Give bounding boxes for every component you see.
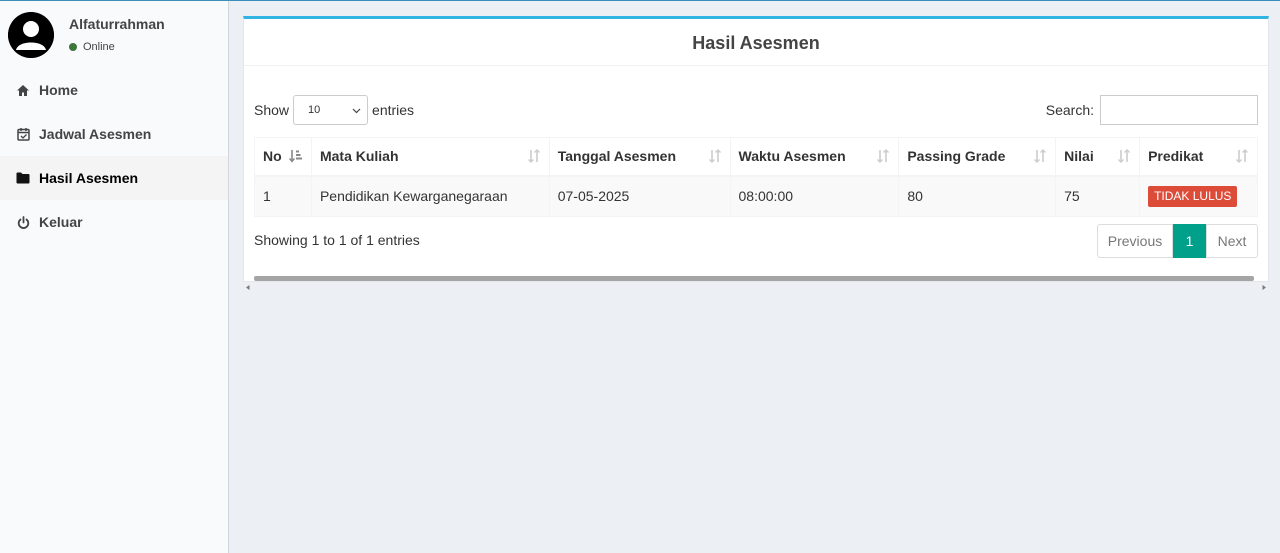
horizontal-scrollbar[interactable] — [246, 276, 1266, 290]
table-header-row: No Mata Kuliah Tanggal Asesmen Waktu Ase… — [254, 137, 1258, 177]
sort-both-icon — [1033, 149, 1047, 166]
sort-both-icon — [876, 149, 890, 166]
power-icon — [16, 215, 30, 229]
page-length-value: 10 — [308, 104, 321, 116]
user-name: Alfaturrahman — [69, 16, 165, 32]
cell-passing-grade: 80 — [898, 175, 1057, 217]
page-1-button[interactable]: 1 — [1173, 224, 1206, 258]
page-length-control: Show 10 entries — [254, 95, 414, 125]
avatar[interactable] — [8, 12, 54, 58]
search-input[interactable] — [1100, 95, 1258, 125]
calendar-check-icon — [16, 127, 30, 141]
sidebar-item-label: Keluar — [39, 214, 83, 230]
user-status-label: Online — [83, 41, 115, 53]
column-header-mata-kuliah[interactable]: Mata Kuliah — [310, 137, 550, 177]
pagination: Previous 1 Next — [1097, 224, 1258, 258]
cell-nilai: 75 — [1055, 175, 1141, 217]
table-row: 1 Pendidikan Kewarganegaraan 07-05-2025 … — [254, 175, 1258, 217]
page-title: Hasil Asesmen — [692, 32, 820, 53]
sidebar-item-label: Jadwal Asesmen — [39, 126, 152, 142]
sort-both-icon — [708, 149, 722, 166]
column-header-nilai[interactable]: Nilai — [1055, 137, 1141, 177]
column-header-predikat[interactable]: Predikat — [1139, 137, 1258, 177]
results-box: Hasil Asesmen Show 10 entries Search: No — [243, 16, 1269, 290]
sidebar-item-home[interactable]: Home — [0, 68, 228, 112]
scrollbar-thumb[interactable] — [254, 276, 1254, 281]
column-header-no[interactable]: No — [254, 137, 312, 177]
sort-both-icon — [1117, 149, 1131, 166]
cell-no: 1 — [254, 175, 312, 217]
folder-icon — [16, 171, 30, 185]
table-info: Showing 1 to 1 of 1 entries — [254, 232, 420, 248]
box-header: Hasil Asesmen — [244, 19, 1268, 66]
sidebar-item-jadwal-asesmen[interactable]: Jadwal Asesmen — [0, 112, 228, 156]
cell-tanggal: 07-05-2025 — [548, 175, 731, 217]
chevron-down-icon — [352, 105, 361, 117]
cell-predikat: TIDAK LULUS — [1139, 175, 1258, 217]
show-label: Show — [254, 102, 290, 118]
sidebar: Alfaturrahman Online Home Jadwal Asesmen… — [0, 1, 229, 553]
sidebar-menu: Home Jadwal Asesmen Hasil Asesmen Keluar — [0, 68, 228, 244]
entries-label: entries — [372, 102, 415, 118]
user-status: Online — [69, 41, 115, 53]
scroll-right-icon[interactable] — [1262, 277, 1266, 293]
status-badge: TIDAK LULUS — [1148, 185, 1238, 207]
sort-asc-icon — [288, 149, 303, 166]
search-label: Search: — [1045, 102, 1094, 118]
column-header-passing-grade[interactable]: Passing Grade — [898, 137, 1057, 177]
sidebar-item-keluar[interactable]: Keluar — [0, 200, 228, 244]
sort-both-icon — [527, 149, 541, 166]
sidebar-item-label: Hasil Asesmen — [39, 170, 139, 186]
scroll-left-icon[interactable] — [246, 277, 250, 293]
sidebar-item-label: Home — [39, 82, 78, 98]
page-length-select[interactable]: 10 — [293, 95, 369, 125]
search-control: Search: — [1046, 95, 1258, 125]
column-header-tanggal-asesmen[interactable]: Tanggal Asesmen — [548, 137, 731, 177]
user-panel: Alfaturrahman Online — [0, 1, 228, 65]
home-icon — [16, 83, 30, 97]
previous-page-button[interactable]: Previous — [1097, 224, 1173, 258]
cell-mata-kuliah: Pendidikan Kewarganegaraan — [310, 175, 550, 217]
column-header-waktu-asesmen[interactable]: Waktu Asesmen — [729, 137, 900, 177]
results-table: No Mata Kuliah Tanggal Asesmen Waktu Ase… — [254, 137, 1258, 217]
online-status-icon — [69, 43, 77, 51]
sort-both-icon — [1235, 149, 1249, 166]
next-page-button[interactable]: Next — [1206, 224, 1258, 258]
cell-waktu: 08:00:00 — [729, 175, 900, 217]
sidebar-item-hasil-asesmen[interactable]: Hasil Asesmen — [0, 156, 228, 200]
